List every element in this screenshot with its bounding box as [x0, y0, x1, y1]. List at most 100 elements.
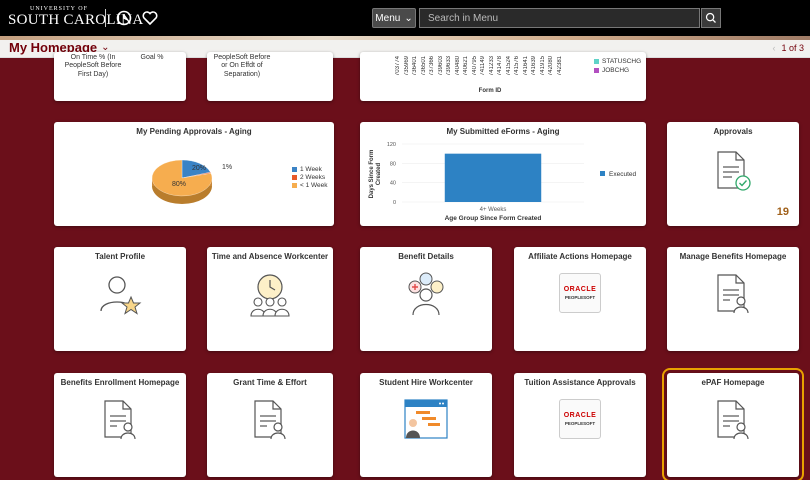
benefits-person-icon: [408, 272, 444, 316]
workcenter-icon: [404, 399, 448, 439]
menu-label: Menu: [375, 12, 401, 24]
document-person-icon: [717, 274, 749, 314]
tile-time-absence[interactable]: Time and Absence Workcenter: [207, 247, 333, 351]
y-axis-label: Created: [376, 162, 382, 185]
form-id-tick-label: 739633: [446, 56, 452, 77]
tile-text: PeopleSoft Before or On Effdt of Separat…: [213, 54, 271, 78]
form-id-tick-label: 736501: [420, 56, 427, 77]
search-placeholder: Search in Menu: [428, 13, 499, 24]
tile-talent-profile[interactable]: Talent Profile: [54, 247, 186, 351]
tile-approvals[interactable]: Approvals 19: [667, 122, 799, 226]
form-id-tick-label: 737366: [429, 56, 435, 77]
tile-manage-benefits[interactable]: Manage Benefits Homepage: [667, 247, 799, 351]
form-id-tick-label: 741478: [497, 56, 503, 77]
bar[interactable]: [444, 153, 542, 202]
form-id-tick-label: 742080: [548, 56, 554, 77]
form-id-tick-label: 740480: [454, 56, 461, 77]
legend-jobchg: JOBCHG: [594, 67, 629, 74]
legend-item: < 1 Week: [292, 182, 328, 189]
top-navigation-bar: UNIVERSITY OF SOUTH CAROLINA Menu ⌄ Sear…: [0, 0, 810, 36]
approvals-count-badge: 19: [776, 206, 789, 218]
tile-benefit-details[interactable]: Benefit Details: [360, 247, 492, 351]
document-person-icon: [254, 400, 286, 440]
form-id-tick-label: 703774: [395, 56, 401, 77]
legend-item: 2 Weeks: [292, 174, 328, 181]
decorative-stripe: [0, 36, 810, 40]
x-axis-label: Form ID: [478, 88, 502, 94]
approvals-document-icon: [717, 151, 751, 191]
tile-title: Time and Absence Workcenter: [211, 252, 329, 261]
tile-benefits-enrollment[interactable]: Benefits Enrollment Homepage: [54, 373, 186, 477]
form-id-tick-label: 741641: [522, 56, 529, 77]
pie-legend: 1 Week 2 Weeks < 1 Week: [292, 166, 328, 190]
chevron-down-icon: ⌄: [404, 12, 413, 24]
search-input[interactable]: Search in Menu: [419, 8, 700, 28]
tile-title: Manage Benefits Homepage: [679, 252, 787, 261]
bar-chart: 0 40 80 120 4+ Weeks Age Group Since Form Cre…: [369, 142, 636, 222]
form-id-tick-label: 735969: [403, 56, 410, 77]
document-person-icon: [104, 400, 136, 440]
oracle-peoplesoft-logo: ORACLE PEOPLESOFT: [559, 399, 601, 439]
tile-submitted-eforms[interactable]: My Submitted eForms - Aging 0 40 80 120 4+ W…: [360, 122, 646, 226]
tile-form-chart[interactable]: 703774 735969 736401 736501 737366 739603 7396…: [360, 52, 646, 101]
form-id-tick-label: 741233: [488, 56, 495, 77]
tile-title: ePAF Homepage: [701, 378, 765, 387]
tile-title: Student Hire Workcenter: [379, 378, 473, 387]
tile-onboarding-metrics[interactable]: On Time % (In PeopleSoft Before First Da…: [54, 52, 186, 101]
form-id-tick-label: 741915: [539, 56, 546, 77]
tile-affiliate-actions[interactable]: Affiliate Actions Homepage ORACLE PEOPLE…: [514, 247, 646, 351]
tile-tuition-assistance[interactable]: Tuition Assistance Approvals ORACLE PEOP…: [514, 373, 646, 477]
y-tick-label: 40: [390, 181, 396, 187]
form-id-tick-label: 739603: [437, 56, 444, 77]
legend-swatch: [292, 183, 297, 188]
oracle-peoplesoft-logo: ORACLE PEOPLESOFT: [559, 273, 601, 313]
form-id-tick-label: 740795: [471, 56, 478, 77]
tile-title: Tuition Assistance Approvals: [524, 378, 636, 387]
y-tick-label: 80: [390, 161, 396, 167]
homepage-pager: ‹ 1 of 3: [772, 43, 804, 53]
legend-item: 1 Week: [292, 166, 328, 173]
previous-page-icon[interactable]: ‹: [772, 43, 775, 53]
form-id-tick-label: 741576: [514, 56, 520, 77]
tile-separation-metrics[interactable]: PeopleSoft Before or On Effdt of Separat…: [207, 52, 333, 101]
form-id-tick-label: 740621: [463, 56, 469, 77]
menu-button[interactable]: Menu ⌄: [372, 8, 416, 28]
y-tick-label: 0: [393, 200, 396, 206]
form-id-axis: 703774 735969 736401 736501 737366 739603 7396…: [395, 56, 565, 88]
search-icon[interactable]: [701, 8, 721, 28]
legend-swatch: [292, 167, 297, 172]
tile-title: My Pending Approvals - Aging: [136, 127, 252, 136]
form-id-tick-label: 741524: [505, 56, 512, 77]
tile-grant-time-effort[interactable]: Grant Time & Effort: [207, 373, 333, 477]
tile-title: Grant Time & Effort: [233, 378, 307, 387]
favorites-heart-icon[interactable]: [141, 9, 159, 27]
pie-data-label: 80%: [172, 181, 186, 188]
legend-swatch: [292, 175, 297, 180]
tile-student-hire[interactable]: Student Hire Workcenter: [360, 373, 492, 477]
tile-text: On Time % (In PeopleSoft Before First Da…: [64, 54, 122, 78]
form-id-tick-label: 742381: [556, 56, 563, 77]
recent-history-icon[interactable]: [115, 9, 133, 27]
pie-data-label: 20%: [192, 165, 206, 172]
pie-data-label: 1%: [222, 164, 232, 171]
clock-group-icon: [250, 274, 290, 317]
form-id-tick-label: 736401: [412, 56, 418, 77]
tile-text-goal: Goal %: [140, 54, 164, 61]
form-id-tick-label: 741639: [531, 56, 537, 77]
page-indicator: 1 of 3: [781, 43, 804, 53]
pie-chart: 20% 1% 80%: [151, 159, 232, 204]
tile-epaf-homepage[interactable]: ePAF Homepage: [662, 368, 804, 480]
x-tick-label: 4+ Weeks: [480, 207, 507, 213]
tile-title: Benefit Details: [398, 252, 454, 261]
tile-title: My Submitted eForms - Aging: [446, 127, 560, 136]
y-axis-label: Days Since Form: [369, 150, 375, 199]
legend-statuschg: STATUSCHG: [594, 58, 641, 65]
divider: [105, 9, 106, 27]
tile-title: Approvals: [713, 127, 753, 136]
y-tick-label: 120: [387, 142, 396, 148]
legend-label: Executed: [609, 171, 636, 178]
tile-title: Benefits Enrollment Homepage: [60, 378, 180, 387]
x-axis-label: Age Group Since Form Created: [445, 215, 542, 222]
tile-pending-approvals[interactable]: My Pending Approvals - Aging 20% 1% 80% 1 …: [54, 122, 334, 226]
tile-title: Talent Profile: [94, 252, 146, 261]
